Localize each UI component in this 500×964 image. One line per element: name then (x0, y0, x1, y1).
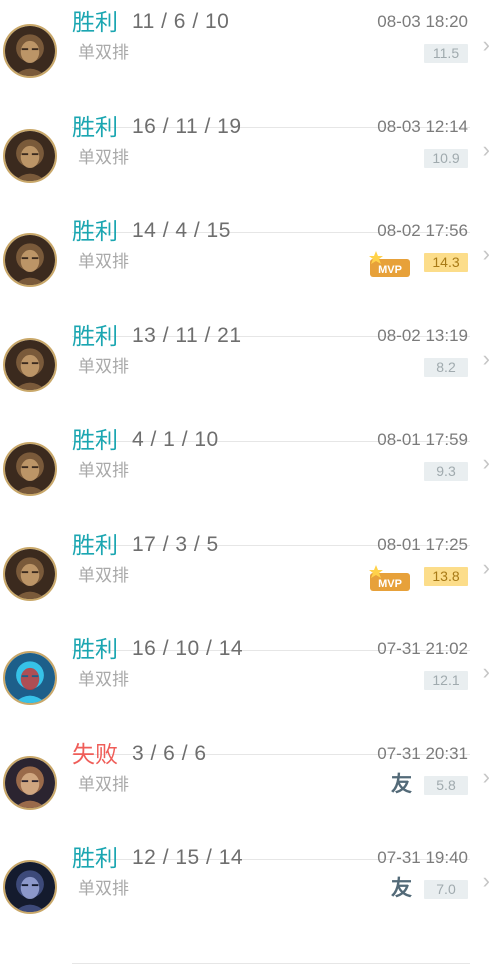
kda-stats: 11 / 6 / 10 (132, 10, 230, 33)
match-time: 08-01 17:25 (377, 534, 468, 554)
game-mode: 单双排 (78, 252, 129, 271)
hero-gold-avatar-icon (3, 442, 57, 496)
mvp-badge-icon: MVP (368, 251, 412, 279)
match-time: 08-03 12:14 (377, 116, 468, 136)
match-result: 胜利 (72, 218, 118, 244)
match-result: 胜利 (72, 636, 118, 662)
game-mode: 单双排 (78, 43, 129, 62)
match-result: 胜利 (72, 9, 118, 35)
chevron-right-icon: › (482, 868, 490, 893)
chevron-right-icon: › (482, 32, 490, 57)
match-result: 胜利 (72, 427, 118, 453)
match-score: 13.8 (424, 566, 468, 586)
match-score: 5.8 (424, 775, 468, 795)
game-mode: 单双排 (78, 565, 129, 585)
hero-gold-avatar-icon (3, 233, 57, 287)
match-score: 7.0 (424, 880, 468, 899)
match-history-list: 胜利 11 / 6 / 10 单双排 08-03 18:20 11.5 › 胜利 16 / 1… (0, 0, 500, 964)
chevron-right-icon: › (482, 450, 490, 475)
match-score: 9.3 (424, 462, 468, 481)
kda-stats: 14 / 4 / 15 (132, 219, 231, 242)
mvp-badge-icon: MVP (368, 564, 412, 593)
hero-gold-avatar-icon (3, 128, 57, 183)
match-result: 胜利 (72, 322, 118, 349)
hero-brown-avatar-icon (3, 755, 57, 810)
match-time: 08-03 18:20 (377, 12, 468, 31)
chevron-right-icon: › (482, 554, 490, 580)
match-score: 8.2 (424, 357, 468, 377)
match-result: 胜利 (72, 845, 118, 871)
match-time: 07-31 20:31 (377, 743, 468, 763)
match-result: 失败 (72, 740, 118, 767)
game-mode: 单双排 (78, 774, 129, 794)
match-score: 10.9 (424, 148, 468, 168)
match-result: 胜利 (72, 113, 118, 140)
match-row[interactable]: 胜利 12 / 15 / 14 单双排 07-31 19:40 7.0 友 › (0, 845, 500, 964)
match-time: 08-01 17:59 (377, 430, 468, 449)
chevron-right-icon: › (482, 241, 490, 266)
hero-gold-avatar-icon (3, 24, 57, 78)
match-result: 胜利 (72, 531, 118, 558)
game-mode: 单双排 (78, 670, 129, 689)
game-mode: 单双排 (78, 356, 129, 376)
hero-cyan-avatar-icon (3, 651, 57, 705)
game-mode: 单双排 (78, 147, 129, 167)
chevron-right-icon: › (482, 136, 490, 162)
game-mode: 单双排 (78, 879, 129, 898)
hero-dark-avatar-icon (3, 860, 57, 914)
match-time: 07-31 21:02 (377, 639, 468, 658)
chevron-right-icon: › (482, 659, 490, 684)
match-score: 12.1 (424, 671, 468, 690)
kda-stats: 16 / 10 / 14 (132, 637, 244, 660)
match-time: 08-02 13:19 (377, 325, 468, 345)
kda-stats: 3 / 6 / 6 (132, 741, 207, 765)
mvp-label: MVP (378, 578, 402, 590)
game-mode: 单双排 (78, 461, 129, 480)
mvp-label: MVP (378, 264, 402, 276)
kda-stats: 12 / 15 / 14 (132, 846, 244, 869)
match-time: 08-02 17:56 (377, 221, 468, 240)
chevron-right-icon: › (482, 763, 490, 789)
chevron-right-icon: › (482, 345, 490, 371)
kda-stats: 13 / 11 / 21 (132, 323, 242, 347)
hero-gold-avatar-icon (3, 337, 57, 392)
kda-stats: 16 / 11 / 19 (132, 114, 242, 138)
match-score: 11.5 (424, 44, 468, 63)
kda-stats: 17 / 3 / 5 (132, 532, 219, 556)
friend-badge: 友 (391, 772, 412, 796)
friend-badge: 友 (391, 877, 412, 900)
kda-stats: 4 / 1 / 10 (132, 428, 219, 451)
match-time: 07-31 19:40 (377, 848, 468, 867)
hero-gold-avatar-icon (3, 546, 57, 601)
match-score: 14.3 (424, 253, 468, 272)
